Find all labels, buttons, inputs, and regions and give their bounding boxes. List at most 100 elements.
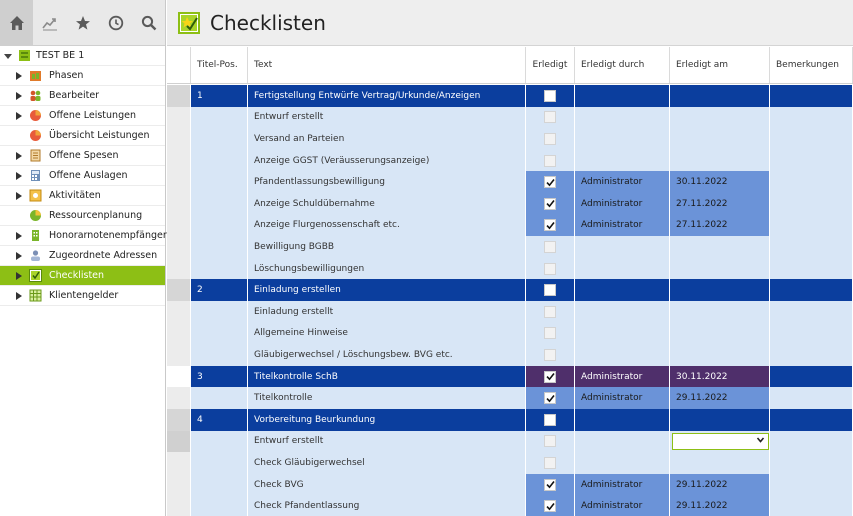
done-checkbox[interactable]	[544, 197, 556, 210]
done-by-cell[interactable]: Administrator	[575, 495, 670, 516]
done-checkbox[interactable]	[544, 500, 556, 513]
checklist-group-row[interactable]: 4 Vorbereitung Beurkundung	[167, 409, 853, 431]
text-cell[interactable]: Check BVG	[248, 473, 526, 496]
row-selector[interactable]	[167, 322, 191, 345]
text-cell[interactable]: Gläubigerwechsel / Löschungsbew. BVG etc…	[248, 344, 526, 366]
remarks-cell[interactable]	[770, 193, 853, 215]
checklist-item-row[interactable]: Löschungsbewilligungen	[167, 257, 853, 280]
remarks-cell[interactable]	[770, 301, 853, 323]
expand-arrow-icon[interactable]	[15, 111, 23, 120]
tree-item-phasen[interactable]: Phasen	[0, 66, 165, 86]
checklist-item-row[interactable]: Titelkontrolle Administrator 29.11.2022	[167, 387, 853, 409]
collapse-arrow-icon[interactable]	[4, 52, 12, 60]
done-at-cell[interactable]	[670, 236, 770, 258]
text-cell[interactable]: Check Pfandentlassung	[248, 495, 526, 516]
row-selector[interactable]	[167, 387, 191, 409]
done-checkbox[interactable]	[544, 111, 556, 124]
title-pos-cell[interactable]	[191, 257, 248, 280]
done-by-cell[interactable]	[575, 322, 670, 345]
chevron-down-icon[interactable]	[756, 435, 765, 447]
expand-arrow-icon[interactable]	[15, 231, 23, 240]
remarks-cell[interactable]	[770, 85, 853, 107]
done-by-cell[interactable]	[575, 85, 670, 107]
done-by-cell[interactable]: Administrator	[575, 473, 670, 496]
row-selector[interactable]	[167, 495, 191, 516]
done-by-cell[interactable]	[575, 430, 670, 453]
remarks-cell[interactable]	[770, 149, 853, 172]
tree-item-honorarnotenempfänger[interactable]: Honorarnotenempfänger	[0, 226, 167, 246]
tree-item-übersicht-leistungen[interactable]: Übersicht Leistungen	[0, 126, 165, 146]
done-cell[interactable]	[526, 301, 575, 323]
row-selector[interactable]	[167, 149, 191, 172]
checklist-item-row[interactable]: Bewilligung BGBB	[167, 236, 853, 258]
text-cell[interactable]: Einladung erstellen	[248, 279, 526, 301]
done-cell[interactable]	[526, 409, 575, 431]
done-checkbox[interactable]	[544, 435, 556, 448]
row-selector[interactable]	[167, 430, 191, 453]
done-cell[interactable]	[526, 85, 575, 107]
row-selector[interactable]	[167, 452, 191, 474]
title-pos-cell[interactable]	[191, 236, 248, 258]
text-cell[interactable]: Löschungsbewilligungen	[248, 257, 526, 280]
tree-item-offene-leistungen[interactable]: Offene Leistungen	[0, 106, 165, 126]
tree-item-ressourcenplanung[interactable]: Ressourcenplanung	[0, 206, 165, 226]
column-header-text[interactable]: Text	[248, 47, 526, 83]
column-header-done-at[interactable]: Erledigt am	[670, 47, 770, 83]
title-pos-cell[interactable]	[191, 430, 248, 453]
checklist-group-row[interactable]: 2 Einladung erstellen	[167, 279, 853, 301]
row-selector[interactable]	[167, 473, 191, 496]
done-cell[interactable]	[526, 236, 575, 258]
title-pos-cell[interactable]	[191, 322, 248, 345]
done-cell[interactable]	[526, 495, 575, 516]
done-checkbox[interactable]	[544, 456, 556, 469]
tree-item-offene-spesen[interactable]: Offene Spesen	[0, 146, 165, 166]
checklist-group-row[interactable]: 3 Titelkontrolle SchB Administrator 30.11.2…	[167, 365, 853, 388]
checklist-item-row[interactable]: Entwurf erstellt	[167, 106, 853, 129]
text-cell[interactable]: Anzeige Flurgenossenschaft etc.	[248, 214, 526, 237]
remarks-cell[interactable]	[770, 128, 853, 150]
done-by-cell[interactable]: Administrator	[575, 193, 670, 215]
checklist-item-row[interactable]: Entwurf erstellt	[167, 430, 853, 453]
checklist-item-row[interactable]: Allgemeine Hinweise	[167, 322, 853, 345]
title-pos-cell[interactable]: 3	[191, 365, 248, 388]
title-pos-cell[interactable]	[191, 193, 248, 215]
done-by-cell[interactable]	[575, 301, 670, 323]
remarks-cell[interactable]	[770, 171, 853, 193]
done-cell[interactable]	[526, 322, 575, 345]
done-by-cell[interactable]	[575, 344, 670, 366]
text-cell[interactable]: Anzeige Schuldübernahme	[248, 193, 526, 215]
remarks-cell[interactable]	[770, 387, 853, 409]
done-cell[interactable]	[526, 128, 575, 150]
row-selector[interactable]	[167, 409, 191, 431]
done-checkbox[interactable]	[544, 240, 556, 253]
row-selector[interactable]	[167, 85, 191, 107]
remarks-cell[interactable]	[770, 236, 853, 258]
title-pos-cell[interactable]	[191, 214, 248, 237]
done-cell[interactable]	[526, 473, 575, 496]
done-checkbox[interactable]	[544, 262, 556, 275]
done-at-cell[interactable]	[670, 85, 770, 107]
done-checkbox[interactable]	[544, 392, 556, 405]
done-checkbox[interactable]	[544, 154, 556, 167]
done-cell[interactable]	[526, 214, 575, 237]
done-checkbox[interactable]	[544, 284, 556, 297]
done-checkbox[interactable]	[544, 176, 556, 189]
text-cell[interactable]: Titelkontrolle SchB	[248, 365, 526, 388]
done-at-cell[interactable]	[670, 106, 770, 129]
text-cell[interactable]: Anzeige GGST (Veräusserungsanzeige)	[248, 149, 526, 172]
done-by-cell[interactable]	[575, 149, 670, 172]
text-cell[interactable]: Versand an Parteien	[248, 128, 526, 150]
done-checkbox[interactable]	[544, 370, 556, 383]
title-pos-cell[interactable]: 2	[191, 279, 248, 301]
column-header-done[interactable]: Erledigt	[526, 47, 575, 83]
tree-item-klientengelder[interactable]: Klientengelder	[0, 286, 165, 306]
expand-arrow-icon[interactable]	[15, 151, 23, 160]
title-pos-cell[interactable]	[191, 344, 248, 366]
tree-item-offene-auslagen[interactable]: Offene Auslagen	[0, 166, 165, 186]
row-selector[interactable]	[167, 301, 191, 323]
expand-arrow-icon[interactable]	[15, 191, 23, 200]
done-at-cell[interactable]	[670, 257, 770, 280]
history-button[interactable]	[99, 0, 132, 45]
checklist-item-row[interactable]: Einladung erstellt	[167, 301, 853, 323]
done-cell[interactable]	[526, 365, 575, 388]
